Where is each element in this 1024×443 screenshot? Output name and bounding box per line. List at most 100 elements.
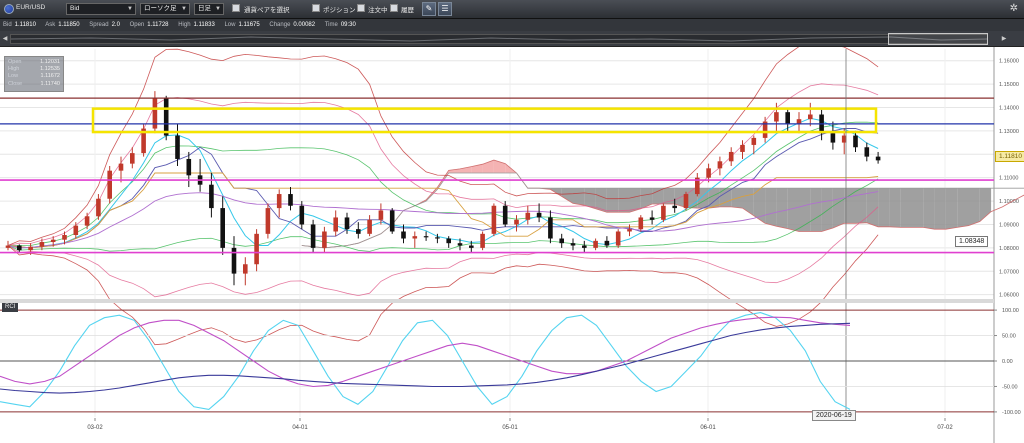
- ichimoku-cloud-segment: [934, 188, 946, 230]
- chevron-down-icon: ▼: [215, 6, 221, 12]
- time-tick-label: 04-01: [292, 425, 308, 431]
- candle-body: [118, 163, 124, 171]
- candle-body: [570, 243, 576, 246]
- low-value: 1.11675: [238, 22, 260, 28]
- panel-divider[interactable]: [0, 299, 994, 303]
- ichimoku-cloud-segment: [640, 188, 653, 209]
- rci-tick-label: -50.00: [1002, 384, 1018, 390]
- candle-body: [96, 198, 101, 217]
- candle-body: [17, 245, 22, 251]
- open-value: 1.11728: [147, 22, 169, 28]
- position-checkbox[interactable]: [312, 4, 320, 12]
- candle-body: [276, 194, 282, 209]
- ohlc-open-value: 1.12031: [40, 59, 60, 65]
- symbol-label[interactable]: EUR/USD: [16, 4, 45, 11]
- history-checkbox[interactable]: [390, 4, 398, 12]
- time-value: 09:30: [340, 22, 356, 28]
- ichimoku-cloud-segment: [968, 188, 980, 226]
- grid: [0, 49, 994, 417]
- navigator-track[interactable]: [10, 34, 988, 44]
- ohlc-low-value: 1.11672: [40, 73, 60, 80]
- pair-select-checkbox[interactable]: [232, 4, 240, 12]
- rci-tick-label: 0.00: [1002, 359, 1013, 365]
- candle-body: [254, 233, 259, 265]
- ichimoku-cloud-segment: [912, 188, 924, 228]
- ohlc-box: Open 1.12031 High 1.12535 Low 1.11672 Close…: [4, 56, 64, 92]
- timeframe-value: 日足: [198, 5, 211, 12]
- price-tick-label: 1.14000: [999, 105, 1019, 111]
- ichimoku-cloud-segment: [821, 188, 833, 232]
- gear-icon[interactable]: ✲: [1010, 3, 1018, 15]
- candle-body: [615, 231, 621, 246]
- candle-body: [288, 194, 293, 206]
- navigator-window[interactable]: [888, 33, 988, 45]
- candle-body: [333, 217, 338, 232]
- indicator-settings-icon[interactable]: ☰: [438, 2, 452, 16]
- horizontal-lines: [0, 97, 994, 254]
- ichimoku-cloud-segment: [923, 188, 935, 230]
- candle-body: [265, 208, 271, 234]
- price-tick-label: 1.16000: [999, 59, 1019, 65]
- candle-body: [84, 216, 90, 226]
- spread-value: 2.0: [111, 22, 120, 28]
- timeframe-select[interactable]: 日足 ▼: [194, 3, 224, 15]
- candle-body: [502, 205, 508, 225]
- orders-checkbox[interactable]: [357, 4, 365, 12]
- rci-axis: 100.00 50.00 0.00 -50.00 -100.00: [994, 308, 1021, 416]
- candle-body: [536, 212, 542, 218]
- change-label: Change: [269, 22, 291, 28]
- candle-body: [864, 147, 870, 157]
- bollinger-upper-band: [7, 47, 879, 246]
- spread-label: Spread: [89, 22, 109, 28]
- candle-body: [310, 224, 316, 248]
- eu-flag-icon: [4, 4, 14, 14]
- candle-body: [638, 217, 644, 230]
- candle-body: [661, 205, 666, 220]
- price-tick-label: 1.13000: [999, 129, 1019, 135]
- time-tick-label: 05-01: [502, 425, 518, 431]
- candle-body: [175, 135, 180, 159]
- price-type-select[interactable]: Bid ▼: [66, 3, 136, 15]
- bid-label: Bid: [3, 22, 12, 28]
- candle-body: [356, 229, 361, 234]
- chart-toolbar: EUR/USD Bid ▼ ローソク足 ▼ 日足 ▼ 通貨ペアを選択 ポジション 注文…: [0, 0, 1024, 19]
- pair-select-label[interactable]: 通貨ペアを選択: [244, 4, 290, 14]
- candle-body: [649, 217, 655, 220]
- candle-body: [130, 153, 135, 164]
- candle-body: [728, 151, 734, 162]
- scroll-left-icon[interactable]: ◀: [1, 34, 9, 44]
- ichimoku-cloud-segment: [945, 188, 958, 230]
- candle-body: [231, 247, 237, 274]
- bid-value: 1.11810: [14, 22, 36, 28]
- candle-body: [435, 237, 440, 239]
- navigator-sparkline: [10, 36, 988, 42]
- price-tick-label: 1.15000: [999, 82, 1019, 88]
- candle-body: [525, 212, 531, 220]
- ask-label: Ask: [45, 22, 56, 28]
- level-price-tag: 1.08348: [955, 236, 989, 247]
- candle-body: [107, 170, 112, 199]
- candle-body: [5, 245, 11, 248]
- date-tag: 2020-06-19: [812, 410, 856, 421]
- candle-body: [740, 144, 745, 152]
- ichimoku-cloud-segment: [765, 188, 777, 227]
- bollinger-lower-band: [7, 234, 879, 346]
- candle-body: [796, 119, 802, 124]
- chart-type-value: ローソク足: [144, 5, 177, 12]
- ichimoku-cloud-segment: [866, 188, 879, 227]
- candle-body: [378, 210, 384, 220]
- chart-type-select[interactable]: ローソク足 ▼: [140, 3, 190, 15]
- ohlc-high-label: High: [8, 66, 20, 73]
- price-tick-label: 1.07000: [999, 269, 1019, 275]
- candle-body: [548, 217, 553, 239]
- ichimoku-cloud-segment: [776, 188, 788, 229]
- draw-tools-icon[interactable]: ✎: [422, 2, 436, 16]
- time-tick-label: 07-02: [937, 425, 953, 431]
- chart-canvas[interactable]: 1.160001.150001.140001.130001.120001.110…: [0, 47, 1024, 443]
- candle-body: [559, 238, 564, 244]
- scroll-right-icon[interactable]: ▶: [1000, 34, 1008, 44]
- chart-navigator[interactable]: ◀ ▶: [0, 31, 1024, 47]
- candle-body: [830, 133, 836, 143]
- ichimoku-cloud-segment: [573, 188, 585, 206]
- candle-body: [389, 210, 395, 232]
